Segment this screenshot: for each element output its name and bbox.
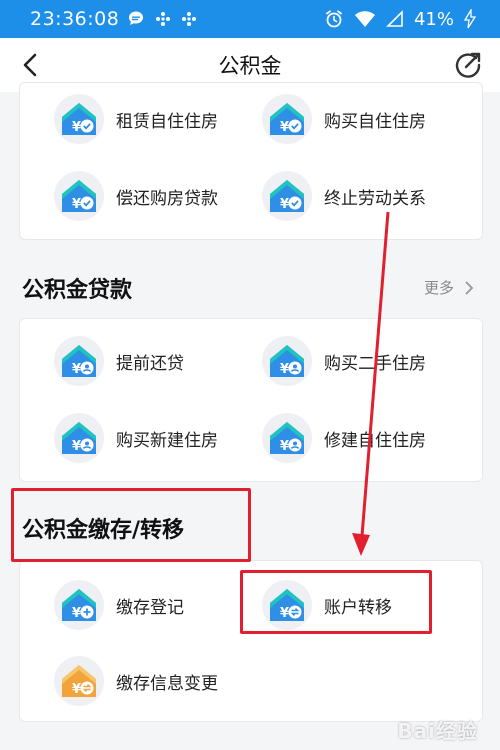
watermark: Bai经验 [397,719,478,743]
annotation-arrow [352,211,390,556]
